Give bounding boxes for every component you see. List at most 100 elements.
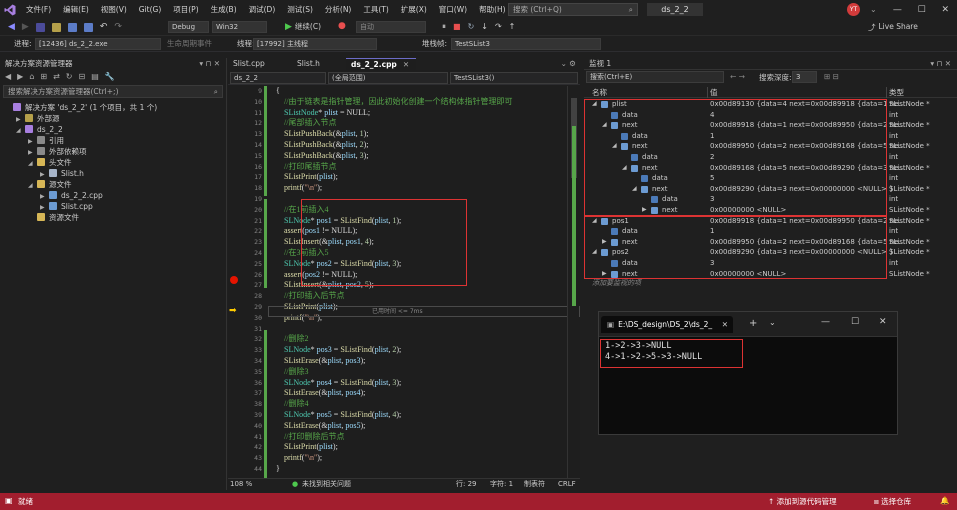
undo-icon[interactable]: ↶	[100, 22, 108, 32]
breakpoint-icon[interactable]	[230, 276, 238, 284]
lifecycle-label[interactable]: 生命周期事件	[167, 38, 212, 49]
switch-view-icon[interactable]: ⊞	[40, 72, 47, 81]
platform-dropdown[interactable]: Win32	[212, 21, 267, 33]
col-type[interactable]: 类型	[889, 87, 904, 98]
console-tab[interactable]: ▣ E:\DS_design\DS_2\ds_2_ ✕	[601, 316, 733, 333]
menu-item[interactable]: 扩展(X)	[395, 0, 433, 19]
tree-item[interactable]: ◢ 源文件	[0, 179, 226, 190]
restart-icon[interactable]: ↻	[468, 22, 475, 32]
depth-dropdown[interactable]: 3	[792, 71, 817, 83]
thread-dropdown[interactable]: [17992] 主线程	[253, 38, 377, 50]
menu-item[interactable]: Git(G)	[133, 0, 168, 19]
code-line[interactable]: SListErase(&plist, pos5);	[276, 421, 365, 432]
hot-reload-icon[interactable]: ●	[338, 21, 346, 31]
scope-dropdown[interactable]: (全局范围)	[328, 72, 448, 84]
function-dropdown[interactable]: TestSList3()	[450, 72, 578, 84]
tree-item[interactable]: ▶ ds_2_2.cpp	[0, 190, 226, 201]
code-line[interactable]: //删除2	[276, 334, 308, 345]
code-line[interactable]: assert(pos1 != NULL);	[276, 226, 357, 237]
chevron-icon[interactable]: ⌄	[870, 3, 878, 16]
code-line[interactable]: //删除4	[276, 399, 308, 410]
tab-mode[interactable]: 制表符	[524, 479, 545, 490]
new-project-icon[interactable]	[35, 22, 45, 32]
select-repo-button[interactable]: ⧈ 选择仓库	[874, 496, 911, 507]
expand-icon[interactable]: ◢	[28, 158, 37, 169]
back-icon[interactable]: ◀	[5, 72, 11, 81]
menu-item[interactable]: 窗口(W)	[433, 0, 473, 19]
notification-icon[interactable]: 🔔	[940, 496, 949, 505]
code-line[interactable]: //打印删除后节点	[276, 432, 344, 443]
open-folder-icon[interactable]	[51, 22, 61, 32]
minimize-icon[interactable]: —	[893, 5, 902, 15]
tree-item[interactable]: ▶ Slist.h	[0, 168, 226, 179]
menu-item[interactable]: 编辑(E)	[57, 0, 95, 19]
code-line[interactable]: //删除3	[276, 367, 308, 378]
expand-icon[interactable]: ◢	[28, 180, 37, 191]
tree-item[interactable]: ▶ Slist.cpp	[0, 201, 226, 212]
code-line[interactable]: //在3前插入5	[276, 248, 328, 259]
code-line[interactable]: SLNode* pos3 = SListFind(plist, 2);	[276, 345, 401, 356]
config-dropdown[interactable]: Debug	[168, 21, 209, 33]
watch-search-input[interactable]: 搜索(Ctrl+E)	[586, 71, 724, 83]
tree-item[interactable]: ◢ ds_2_2	[0, 124, 226, 135]
sync-icon[interactable]: ⇄	[53, 72, 60, 81]
char-indicator[interactable]: 字符: 1	[490, 479, 513, 490]
save-all-icon[interactable]	[83, 22, 93, 32]
code-line[interactable]: //由于链表是指针管理，因此初始化创建一个结构体指针管理即可	[276, 97, 512, 108]
forward-icon[interactable]: ▶	[17, 72, 23, 81]
line-indicator[interactable]: 行: 29	[456, 479, 477, 490]
tab-overflow-icon[interactable]: ⌄ ⚙	[561, 59, 576, 68]
panel-options-icon[interactable]: ▾ ⊓ ✕	[199, 58, 220, 70]
step-out-icon[interactable]: ↑	[509, 22, 516, 32]
tab-ds-2-2-cpp[interactable]: ds_2_2.cpp ✕	[346, 58, 416, 70]
code-line[interactable]: printf("\n");	[276, 453, 322, 464]
filter-icon[interactable]: ⊞ ⊟	[824, 72, 839, 81]
code-line[interactable]: //尾部插入节点	[276, 118, 336, 129]
code-line[interactable]: //打印尾插节点	[276, 162, 336, 173]
tree-item[interactable]: ◢ 头文件	[0, 157, 226, 168]
break-all-icon[interactable]: ⏸	[442, 22, 446, 32]
code-line[interactable]: printf("\n");	[276, 313, 322, 324]
maximize-icon[interactable]: ☐	[918, 5, 926, 15]
show-all-icon[interactable]: ▤	[91, 72, 99, 81]
source-control-button[interactable]: ↑ 添加到源代码管理	[768, 496, 837, 507]
new-tab-icon[interactable]: +	[749, 318, 757, 329]
home-icon[interactable]: ⌂	[29, 72, 34, 81]
step-into-icon[interactable]: ↓	[481, 22, 488, 32]
tab-slist-cpp[interactable]: Slist.cpp	[228, 58, 290, 70]
code-line[interactable]: SLNode* pos1 = SListFind(plist, 1);	[276, 216, 401, 227]
code-line[interactable]: {	[276, 86, 280, 97]
chevron-down-icon[interactable]: ⌄	[769, 318, 776, 327]
col-name[interactable]: 名称	[592, 87, 607, 98]
editor-scrollbar[interactable]	[567, 86, 579, 478]
close-window-icon[interactable]: ✕	[879, 317, 887, 327]
tab-slist-h[interactable]: Slist.h	[292, 58, 344, 70]
search-box[interactable]: 搜索 (Ctrl+Q) ⌕	[508, 3, 638, 16]
close-icon[interactable]: ✕	[942, 5, 950, 15]
code-line[interactable]: SListPrint(plist);	[276, 302, 338, 313]
menu-item[interactable]: 视图(V)	[95, 0, 133, 19]
menu-item[interactable]: 文件(F)	[20, 0, 57, 19]
tree-item[interactable]: ▶ 引用	[0, 135, 226, 146]
code-line[interactable]: printf("\n");	[276, 183, 322, 194]
menu-item[interactable]: 帮助(H)	[473, 0, 512, 19]
maximize-icon[interactable]: ☐	[851, 317, 859, 327]
tree-item[interactable]: 资源文件	[0, 212, 226, 223]
menu-item[interactable]: 生成(B)	[205, 0, 243, 19]
close-icon[interactable]: ✕	[403, 60, 409, 69]
menu-item[interactable]: 测试(S)	[281, 0, 319, 19]
auto-dropdown[interactable]: 自动	[356, 21, 426, 33]
zoom-level[interactable]: 108 %	[230, 479, 252, 490]
close-icon[interactable]: ✕	[722, 316, 728, 333]
stack-frame-dropdown[interactable]: TestSList3	[451, 38, 601, 50]
menu-item[interactable]: 工具(T)	[357, 0, 394, 19]
code-line[interactable]: SListInsert(&plist, pos2, 5);	[276, 280, 374, 291]
code-line[interactable]: SLNode* pos4 = SListFind(plist, 3);	[276, 378, 401, 389]
tree-item[interactable]: 解决方案 'ds_2_2' (1 个项目，共 1 个)	[0, 102, 226, 113]
code-line[interactable]: SLNode* pos2 = SListFind(plist, 3);	[276, 259, 401, 270]
code-line[interactable]: SListNode* plist = NULL;	[276, 108, 370, 119]
code-line[interactable]: SListPushBack(&plist, 3);	[276, 151, 368, 162]
code-line[interactable]: //在1前插入4	[276, 205, 328, 216]
back-icon[interactable]: ◀	[8, 22, 15, 32]
col-value[interactable]: 值	[710, 87, 718, 98]
